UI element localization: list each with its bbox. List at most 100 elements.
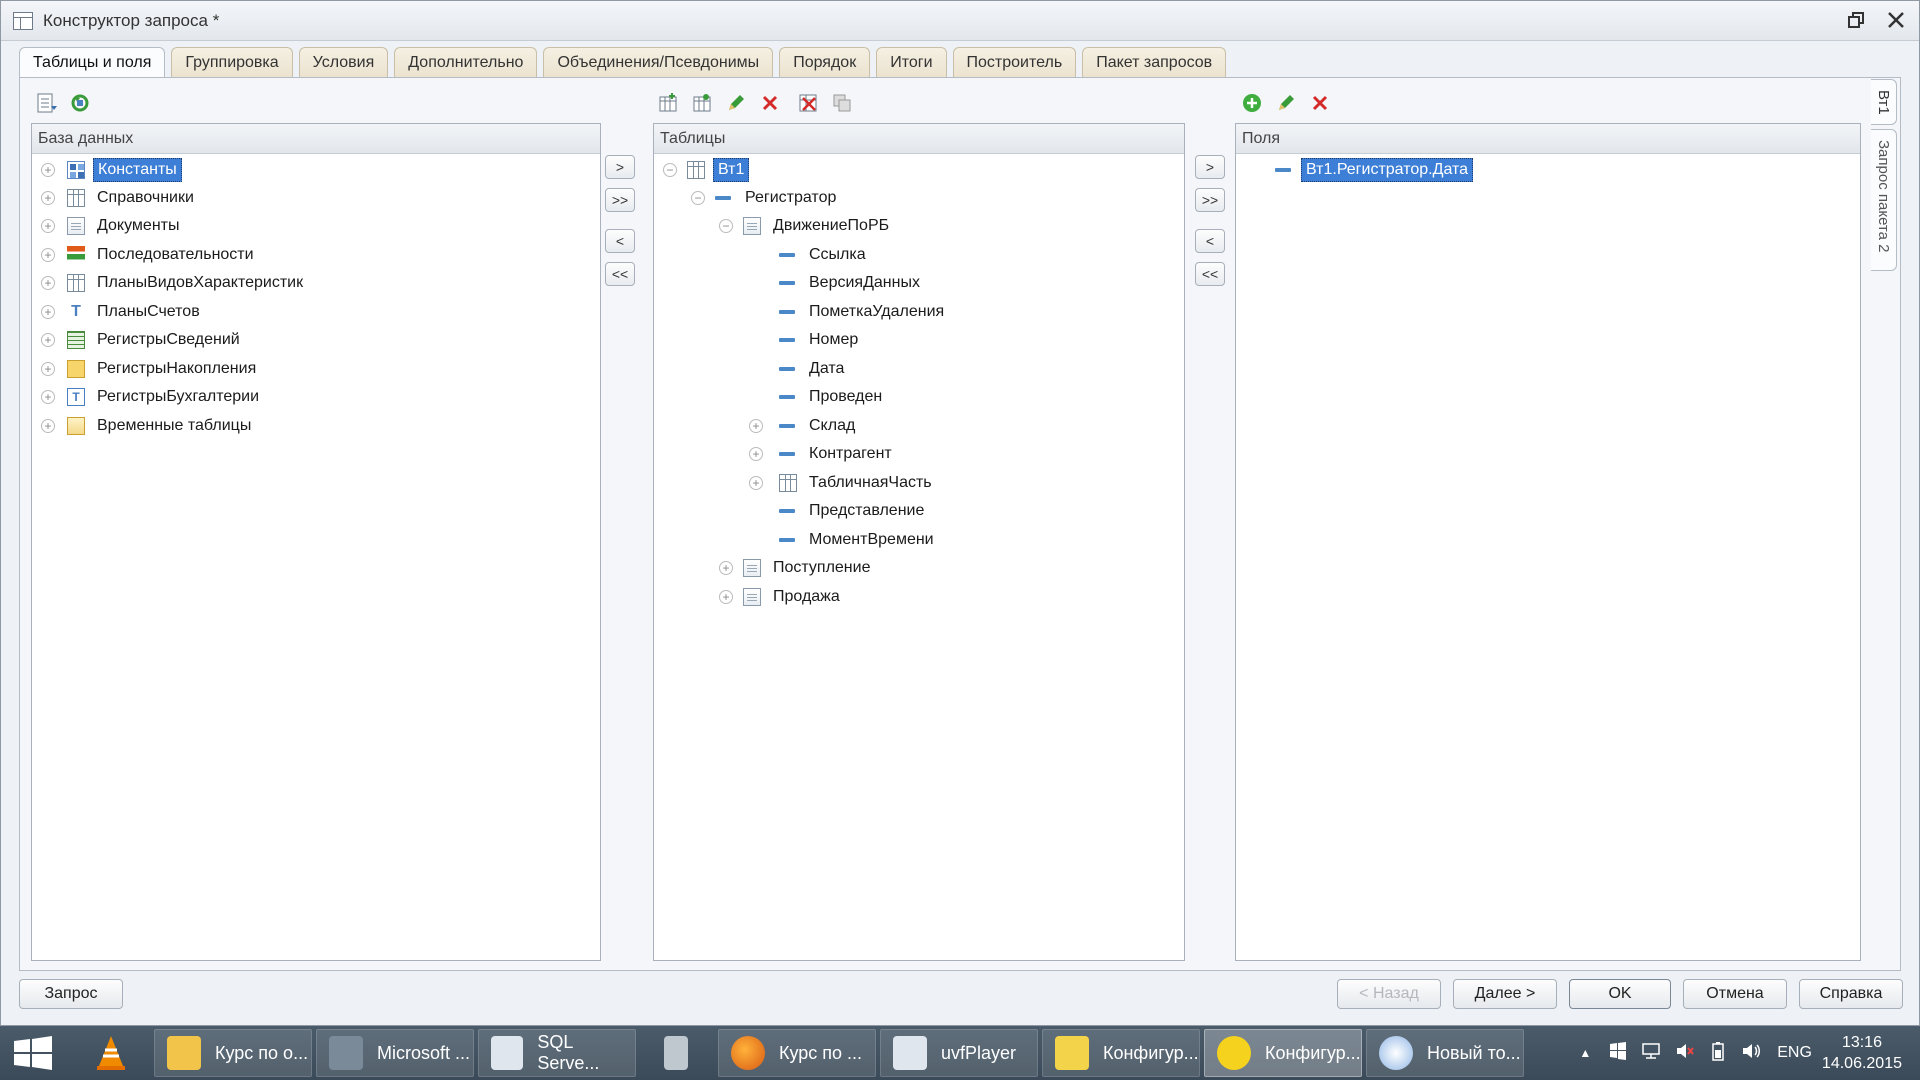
expand-icon[interactable]: + xyxy=(41,163,55,177)
tree-item-constants[interactable]: + Константы xyxy=(41,157,182,183)
tree-field-presentation[interactable]: Представление xyxy=(779,498,928,524)
refresh-button[interactable] xyxy=(67,90,93,116)
language-indicator[interactable]: ENG xyxy=(1777,1044,1812,1062)
taskbar-sql-server[interactable]: SQL Serve... xyxy=(478,1029,636,1077)
tree-field-data-version[interactable]: ВерсияДанных xyxy=(779,270,924,296)
tab-query-batch[interactable]: Пакет запросов xyxy=(1082,47,1227,77)
tree-field-posted[interactable]: Проведен xyxy=(779,384,886,410)
clock[interactable]: 13:16 14.06.2015 xyxy=(1822,1032,1902,1074)
selected-field-row[interactable]: Вт1.Регистратор.Дата xyxy=(1275,157,1474,183)
tree-item-accounting-registers[interactable]: + Т РегистрыБухгалтерии xyxy=(41,384,263,410)
query-button[interactable]: Запрос xyxy=(19,979,123,1009)
tab-tables-fields[interactable]: Таблицы и поля xyxy=(19,47,166,77)
help-button[interactable]: Справка xyxy=(1799,979,1903,1009)
taskbar-folder[interactable]: Курс по о... xyxy=(154,1029,312,1077)
expand-icon[interactable]: + xyxy=(41,276,55,290)
cancel-button[interactable]: Отмена xyxy=(1683,979,1787,1009)
side-tab-batch-query-2[interactable]: Запрос пакета 2 xyxy=(1871,129,1897,271)
edit-table-button[interactable] xyxy=(723,90,749,116)
copy-table-button[interactable] xyxy=(829,90,855,116)
tree-item-documents[interactable]: + Документы xyxy=(41,213,183,239)
move-table-right-button[interactable]: > xyxy=(605,155,635,179)
expand-icon[interactable]: + xyxy=(719,590,733,604)
taskbar-paint[interactable]: Новый то... xyxy=(1366,1029,1524,1077)
expand-icon[interactable]: + xyxy=(719,561,733,575)
add-nested-table-button[interactable] xyxy=(689,90,715,116)
tree-field-date[interactable]: Дата xyxy=(779,356,848,382)
collapse-icon[interactable]: − xyxy=(691,191,705,205)
tree-item-registrar[interactable]: − Регистратор xyxy=(691,185,840,211)
tree-field-number[interactable]: Номер xyxy=(779,327,862,353)
close-button[interactable] xyxy=(1883,7,1909,33)
tree-item-info-registers[interactable]: + РегистрыСведений xyxy=(41,327,244,353)
network-icon[interactable] xyxy=(1641,1042,1661,1065)
expand-icon[interactable]: + xyxy=(749,419,763,433)
expand-icon[interactable]: + xyxy=(749,447,763,461)
tab-totals[interactable]: Итоги xyxy=(876,47,947,77)
move-all-fields-left-button[interactable]: << xyxy=(1195,262,1225,286)
expand-icon[interactable]: + xyxy=(41,362,55,376)
tree-item-sale-doc[interactable]: + Продажа xyxy=(719,584,844,610)
delete-field-button[interactable] xyxy=(1307,90,1333,116)
move-field-right-button[interactable]: > xyxy=(1195,155,1225,179)
move-table-left-button[interactable]: < xyxy=(605,229,635,253)
tree-field-warehouse[interactable]: + Склад xyxy=(749,413,859,439)
delete-table-button[interactable] xyxy=(757,90,783,116)
tree-item-movement-doc[interactable]: − ДвижениеПоРБ xyxy=(719,213,893,239)
add-table-button[interactable] xyxy=(655,90,681,116)
back-button[interactable]: < Назад xyxy=(1337,979,1441,1009)
taskbar-vlc[interactable] xyxy=(82,1029,132,1077)
restore-button[interactable] xyxy=(1843,7,1869,33)
tab-conditions[interactable]: Условия xyxy=(298,47,389,77)
tree-field-point-in-time[interactable]: МоментВремени xyxy=(779,527,938,553)
move-all-tables-left-button[interactable]: << xyxy=(605,262,635,286)
taskbar-uvfplayer[interactable]: uvfPlayer xyxy=(880,1029,1038,1077)
tab-grouping[interactable]: Группировка xyxy=(171,47,293,77)
add-field-button[interactable] xyxy=(1239,90,1265,116)
ok-button[interactable]: OK xyxy=(1569,979,1671,1009)
taskbar-tool[interactable] xyxy=(652,1029,702,1077)
taskbar-configurator-1[interactable]: Конфигур... xyxy=(1042,1029,1200,1077)
move-all-tables-right-button[interactable]: >> xyxy=(605,188,635,212)
volume-icon[interactable] xyxy=(1741,1042,1761,1065)
collapse-icon[interactable]: − xyxy=(663,163,677,177)
tree-item-receipt-doc[interactable]: + Поступление xyxy=(719,555,874,581)
speaker-muted-icon[interactable] xyxy=(1675,1042,1695,1065)
tab-builder[interactable]: Построитель xyxy=(952,47,1077,77)
expand-icon[interactable]: + xyxy=(41,191,55,205)
tab-order[interactable]: Порядок xyxy=(779,47,871,77)
tree-item-temp-tables[interactable]: + Временные таблицы xyxy=(41,413,255,439)
tree-field-link[interactable]: Ссылка xyxy=(779,242,870,268)
tab-unions-aliases[interactable]: Объединения/Псевдонимы xyxy=(543,47,774,77)
expand-icon[interactable]: + xyxy=(41,219,55,233)
start-button[interactable] xyxy=(10,1036,56,1070)
tree-item-sequences[interactable]: + Последовательности xyxy=(41,242,258,268)
expand-icon[interactable]: + xyxy=(749,476,763,490)
expand-icon[interactable]: + xyxy=(41,333,55,347)
move-field-left-button[interactable]: < xyxy=(1195,229,1225,253)
tree-field-counterparty[interactable]: + Контрагент xyxy=(749,441,896,467)
tree-field-tabular-section[interactable]: + ТабличнаяЧасть xyxy=(749,470,936,496)
tree-item-characteristic-types[interactable]: + ПланыВидовХарактеристик xyxy=(41,270,307,296)
tree-field-deletion-mark[interactable]: ПометкаУдаления xyxy=(779,299,948,325)
show-hidden-icons-button[interactable]: ▲ xyxy=(1579,1046,1591,1060)
side-tab-vt1[interactable]: Вт1 xyxy=(1871,79,1897,125)
list-view-button[interactable] xyxy=(33,90,59,116)
next-button[interactable]: Далее > xyxy=(1453,979,1557,1009)
expand-icon[interactable]: + xyxy=(41,305,55,319)
expand-icon[interactable]: + xyxy=(41,390,55,404)
expand-icon[interactable]: + xyxy=(41,248,55,262)
collapse-icon[interactable]: − xyxy=(719,219,733,233)
edit-field-button[interactable] xyxy=(1273,90,1299,116)
expand-icon[interactable]: + xyxy=(41,419,55,433)
taskbar-microsoft[interactable]: Microsoft ... xyxy=(316,1029,474,1077)
battery-icon[interactable] xyxy=(1709,1041,1727,1066)
tree-item-vt1[interactable]: − Вт1 xyxy=(663,157,750,183)
tree-item-charts-of-accounts[interactable]: + Т ПланыСчетов xyxy=(41,299,204,325)
taskbar-firefox[interactable]: Курс по ... xyxy=(718,1029,876,1077)
tree-item-accumulation-registers[interactable]: + РегистрыНакопления xyxy=(41,356,260,382)
move-all-fields-right-button[interactable]: >> xyxy=(1195,188,1225,212)
tree-item-catalogs[interactable]: + Справочники xyxy=(41,185,198,211)
windows-flag-icon[interactable] xyxy=(1609,1041,1627,1065)
taskbar-configurator-2[interactable]: Конфигур... xyxy=(1204,1029,1362,1077)
